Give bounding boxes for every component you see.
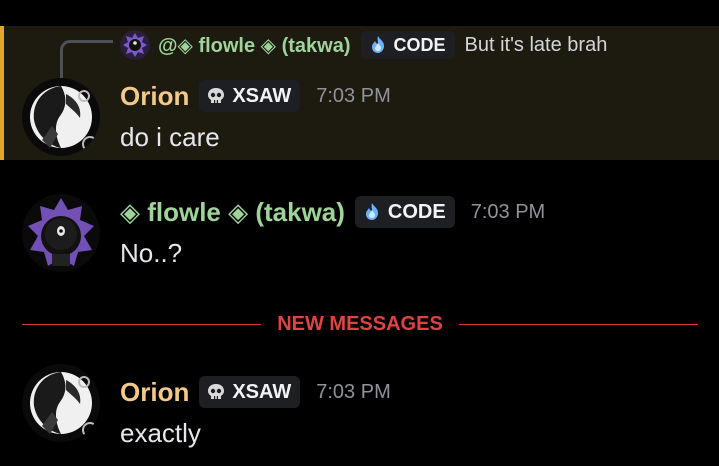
avatar[interactable] — [22, 364, 100, 442]
message-text: No..? — [120, 238, 183, 268]
role-tag: XSAW — [199, 80, 301, 112]
author-name[interactable]: Orion — [120, 81, 189, 112]
message-header: ◈ flowle ◈ (takwa) CODE 7:03 PM — [120, 196, 545, 228]
divider-line — [458, 323, 699, 325]
author-name[interactable]: Orion — [120, 377, 189, 408]
new-messages-divider: NEW MESSAGES — [22, 312, 699, 336]
role-tag: CODE — [360, 31, 455, 59]
timestamp[interactable]: 7:03 PM — [471, 201, 545, 224]
role-tag: XSAW — [199, 376, 301, 408]
author-name[interactable]: ◈ flowle ◈ (takwa) — [120, 197, 345, 228]
blue-flame-icon — [361, 201, 383, 223]
divider-line — [22, 323, 262, 325]
message-item[interactable]: Orion XSAW 7:03 PM exactly — [0, 362, 719, 462]
message-header: Orion XSAW 7:03 PM — [120, 80, 391, 112]
role-tag-label: CODE — [387, 200, 446, 223]
role-tag-label: XSAW — [232, 380, 292, 403]
message-item[interactable]: @◈ flowle ◈ (takwa) CODE But it's late b… — [0, 26, 719, 160]
blue-flame-icon — [367, 34, 389, 56]
role-tag: CODE — [354, 196, 455, 228]
avatar[interactable] — [22, 194, 100, 272]
message-text: do i care — [120, 122, 220, 152]
message-text: exactly — [120, 418, 201, 448]
skull-icon — [205, 85, 227, 107]
reply-avatar[interactable] — [120, 30, 150, 60]
message-header: Orion XSAW 7:03 PM — [120, 376, 391, 408]
chat-messages: @◈ flowle ◈ (takwa) CODE But it's late b… — [0, 0, 719, 466]
role-tag-label: XSAW — [232, 84, 292, 107]
skull-icon — [205, 381, 227, 403]
timestamp[interactable]: 7:03 PM — [316, 85, 390, 108]
new-messages-label: NEW MESSAGES — [277, 312, 443, 335]
reply-connector — [60, 40, 113, 83]
timestamp[interactable]: 7:03 PM — [316, 381, 390, 404]
reply-preview[interactable]: @◈ flowle ◈ (takwa) CODE But it's late b… — [120, 30, 607, 60]
role-tag-label: CODE — [393, 34, 446, 55]
reply-author-name[interactable]: @◈ flowle ◈ (takwa) — [158, 33, 351, 58]
avatar[interactable] — [22, 78, 100, 156]
reply-text[interactable]: But it's late brah — [465, 34, 608, 57]
message-item[interactable]: ◈ flowle ◈ (takwa) CODE 7:03 PM No..? — [0, 186, 719, 286]
